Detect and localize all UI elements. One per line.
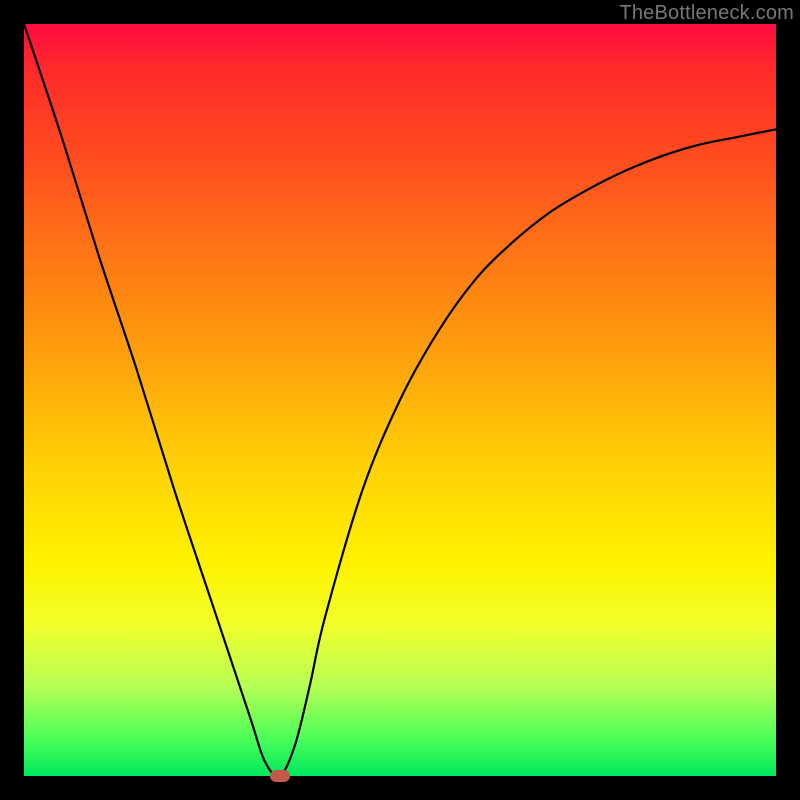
chart-frame: TheBottleneck.com xyxy=(0,0,800,800)
minimum-marker xyxy=(270,770,290,782)
bottleneck-curve xyxy=(24,24,776,776)
plot-area xyxy=(24,24,776,776)
watermark-label: TheBottleneck.com xyxy=(619,2,794,25)
